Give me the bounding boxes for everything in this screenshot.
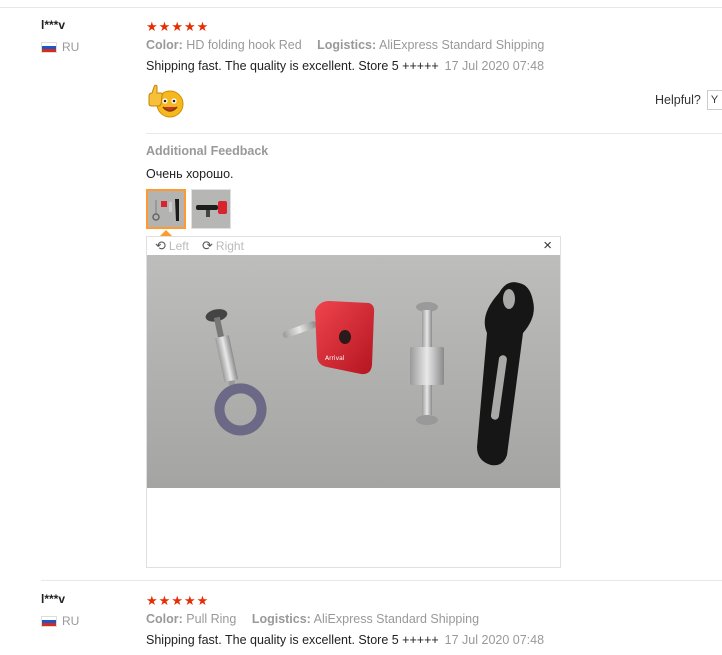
order-attributes: Color: HD folding hook Red Logistics: Al…	[146, 38, 544, 52]
review-text-row: Shipping fast. The quality is excellent.…	[146, 59, 544, 73]
additional-divider	[146, 133, 722, 134]
star-icon: ★	[146, 593, 158, 608]
review-text: Shipping fast. The quality is excellent.…	[146, 59, 439, 73]
hook-photo-icon	[192, 190, 230, 228]
svg-text:Arrival: Arrival	[325, 355, 345, 362]
star-icon: ★	[158, 19, 171, 34]
helpful-vote: Helpful? Y	[655, 90, 722, 110]
photo-viewer: ⟲ Left ⟳ Right × Arrival	[146, 236, 561, 568]
reviewer-country: RU	[41, 614, 79, 628]
helpful-label: Helpful?	[655, 93, 701, 107]
logistics-value: AliExpress Standard Shipping	[378, 38, 545, 52]
logistics-label: Logistics:	[317, 38, 377, 52]
star-icon: ★	[183, 19, 196, 34]
rotate-right-label: Right	[215, 239, 244, 253]
additional-feedback-title: Additional Feedback	[146, 144, 269, 158]
rotate-left-button[interactable]: ⟲ Left	[155, 238, 189, 254]
logistics-label: Logistics:	[251, 612, 311, 626]
logistics-value: AliExpress Standard Shipping	[313, 612, 480, 626]
review-divider	[41, 580, 722, 581]
color-label: Color:	[146, 38, 183, 52]
review-date: 17 Jul 2020 07:48	[444, 633, 545, 647]
feedback-photo-thumb-2[interactable]	[191, 189, 231, 229]
review-text-row: Shipping fast. The quality is excellent.…	[146, 633, 544, 647]
country-code: RU	[62, 40, 80, 54]
review-text: Shipping fast. The quality is excellent.…	[146, 633, 439, 647]
rotate-left-label: Left	[168, 239, 189, 253]
star-icon: ★	[146, 19, 158, 34]
color-value: Pull Ring	[186, 612, 237, 626]
star-icon: ★	[171, 19, 183, 34]
rotate-left-icon: ⟲	[155, 238, 166, 253]
review-photo-thumbnail[interactable]	[146, 82, 186, 122]
star-rating: ★ ★ ★ ★ ★	[146, 594, 208, 607]
scooter-parts-photo: Arrival	[147, 255, 560, 488]
helpful-yes-button[interactable]: Y	[706, 90, 722, 110]
russia-flag-icon	[41, 41, 57, 53]
top-divider	[0, 7, 722, 8]
russia-flag-icon	[41, 615, 57, 627]
reviewer-name: l***v	[41, 18, 66, 32]
rotate-right-icon: ⟳	[202, 238, 213, 253]
color-label: Color:	[146, 612, 183, 626]
additional-feedback-text: Очень хорошо.	[146, 167, 234, 181]
star-icon: ★	[183, 593, 196, 608]
viewer-toolbar: ⟲ Left ⟳ Right ×	[147, 237, 560, 255]
star-icon: ★	[171, 593, 183, 608]
parts-photo-icon	[148, 191, 184, 227]
order-attributes: Color: Pull Ring Logistics: AliExpress S…	[146, 612, 479, 626]
feedback-photo: Arrival	[147, 255, 560, 488]
color-value: HD folding hook Red	[186, 38, 302, 52]
feedback-photo-thumb-1[interactable]	[146, 189, 186, 229]
star-rating: ★ ★ ★ ★ ★	[146, 20, 208, 33]
review-date: 17 Jul 2020 07:48	[444, 59, 545, 73]
close-viewer-button[interactable]: ×	[543, 237, 552, 254]
thumbs-up-smiley-icon	[148, 84, 184, 118]
rotate-right-button[interactable]: ⟳ Right	[202, 238, 244, 254]
star-icon: ★	[158, 593, 171, 608]
star-icon: ★	[196, 593, 209, 608]
reviewer-country: RU	[41, 40, 79, 54]
star-icon: ★	[196, 19, 209, 34]
country-code: RU	[62, 614, 80, 628]
reviewer-name: l***v	[41, 592, 66, 606]
